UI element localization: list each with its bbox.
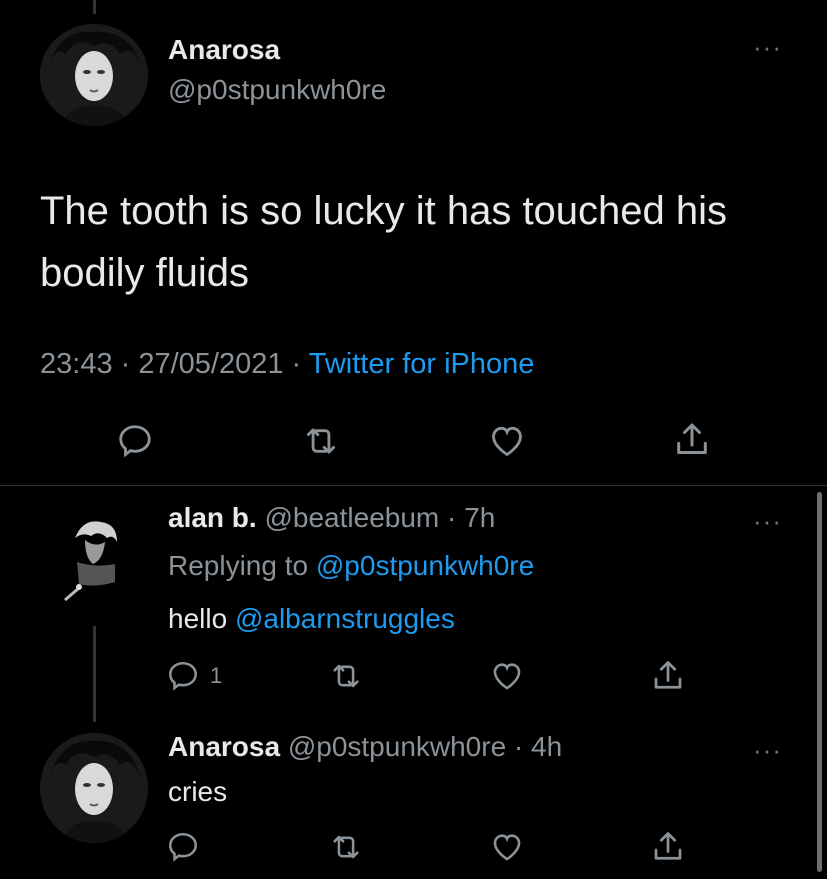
reply1-text-body: hello <box>168 603 228 634</box>
replying-to-label: Replying to <box>168 550 309 581</box>
like-icon[interactable] <box>489 659 525 693</box>
reply-icon[interactable] <box>116 422 154 460</box>
replying-to: Replying to @p0stpunkwh0re <box>168 550 534 582</box>
share-icon[interactable] <box>650 658 686 694</box>
like-icon[interactable] <box>487 422 527 460</box>
avatar-anarosa[interactable] <box>40 733 148 843</box>
author-handle[interactable]: @p0stpunkwh0re <box>168 74 386 106</box>
avatar-alan-b[interactable] <box>55 512 137 602</box>
tweet-text-line1: The tooth is so lucky it has touched his <box>40 189 728 233</box>
avatar-anarosa[interactable] <box>40 24 148 126</box>
divider <box>0 485 827 486</box>
reply1-mention[interactable]: @albarnstruggles <box>235 603 455 634</box>
replying-to-handle[interactable]: @p0stpunkwh0re <box>316 550 534 581</box>
tweet-text-line2: bodily fluids <box>40 251 250 295</box>
scrollbar[interactable] <box>817 492 822 872</box>
reply1-header: alan b. @beatleebum · 7h <box>168 502 495 534</box>
reply2-text: cries <box>168 776 228 807</box>
share-icon[interactable] <box>672 420 712 460</box>
tweet-timestamp[interactable]: 23:43 · 27/05/2021 · <box>40 348 301 380</box>
reply2-more-options-button[interactable]: ··· <box>753 737 782 763</box>
tweet-meta: 23:43 · 27/05/2021 · Twitter for iPhone <box>40 348 534 381</box>
tweet-text: The tooth is so lucky it has touched his… <box>40 180 820 304</box>
reply-icon[interactable] <box>166 659 200 693</box>
thread-line-top <box>93 0 96 14</box>
tweet-source[interactable]: Twitter for iPhone <box>309 348 535 380</box>
reply1-reply-button[interactable]: 1 <box>166 659 222 693</box>
retweet-icon[interactable] <box>327 659 365 693</box>
author-name[interactable]: Anarosa <box>168 34 280 66</box>
more-options-button[interactable]: ··· <box>753 34 782 60</box>
thread-line <box>93 626 96 722</box>
share-icon[interactable] <box>650 829 686 865</box>
reply1-more-options-button[interactable]: ··· <box>753 508 782 534</box>
retweet-icon[interactable] <box>300 422 342 460</box>
reply1-handle-time[interactable]: @beatleebum · 7h <box>264 502 495 533</box>
reply2-author-name[interactable]: Anarosa <box>168 731 280 762</box>
reply1-text: hello @albarnstruggles <box>168 603 455 635</box>
retweet-icon[interactable] <box>327 830 365 864</box>
like-icon[interactable] <box>489 830 525 864</box>
reply1-author-name[interactable]: alan b. <box>168 502 257 533</box>
reply-icon[interactable] <box>166 830 200 864</box>
reply2-header: Anarosa @p0stpunkwh0re · 4h <box>168 731 562 763</box>
reply2-handle-time[interactable]: @p0stpunkwh0re · 4h <box>288 731 562 762</box>
reply1-reply-count: 1 <box>210 663 223 688</box>
